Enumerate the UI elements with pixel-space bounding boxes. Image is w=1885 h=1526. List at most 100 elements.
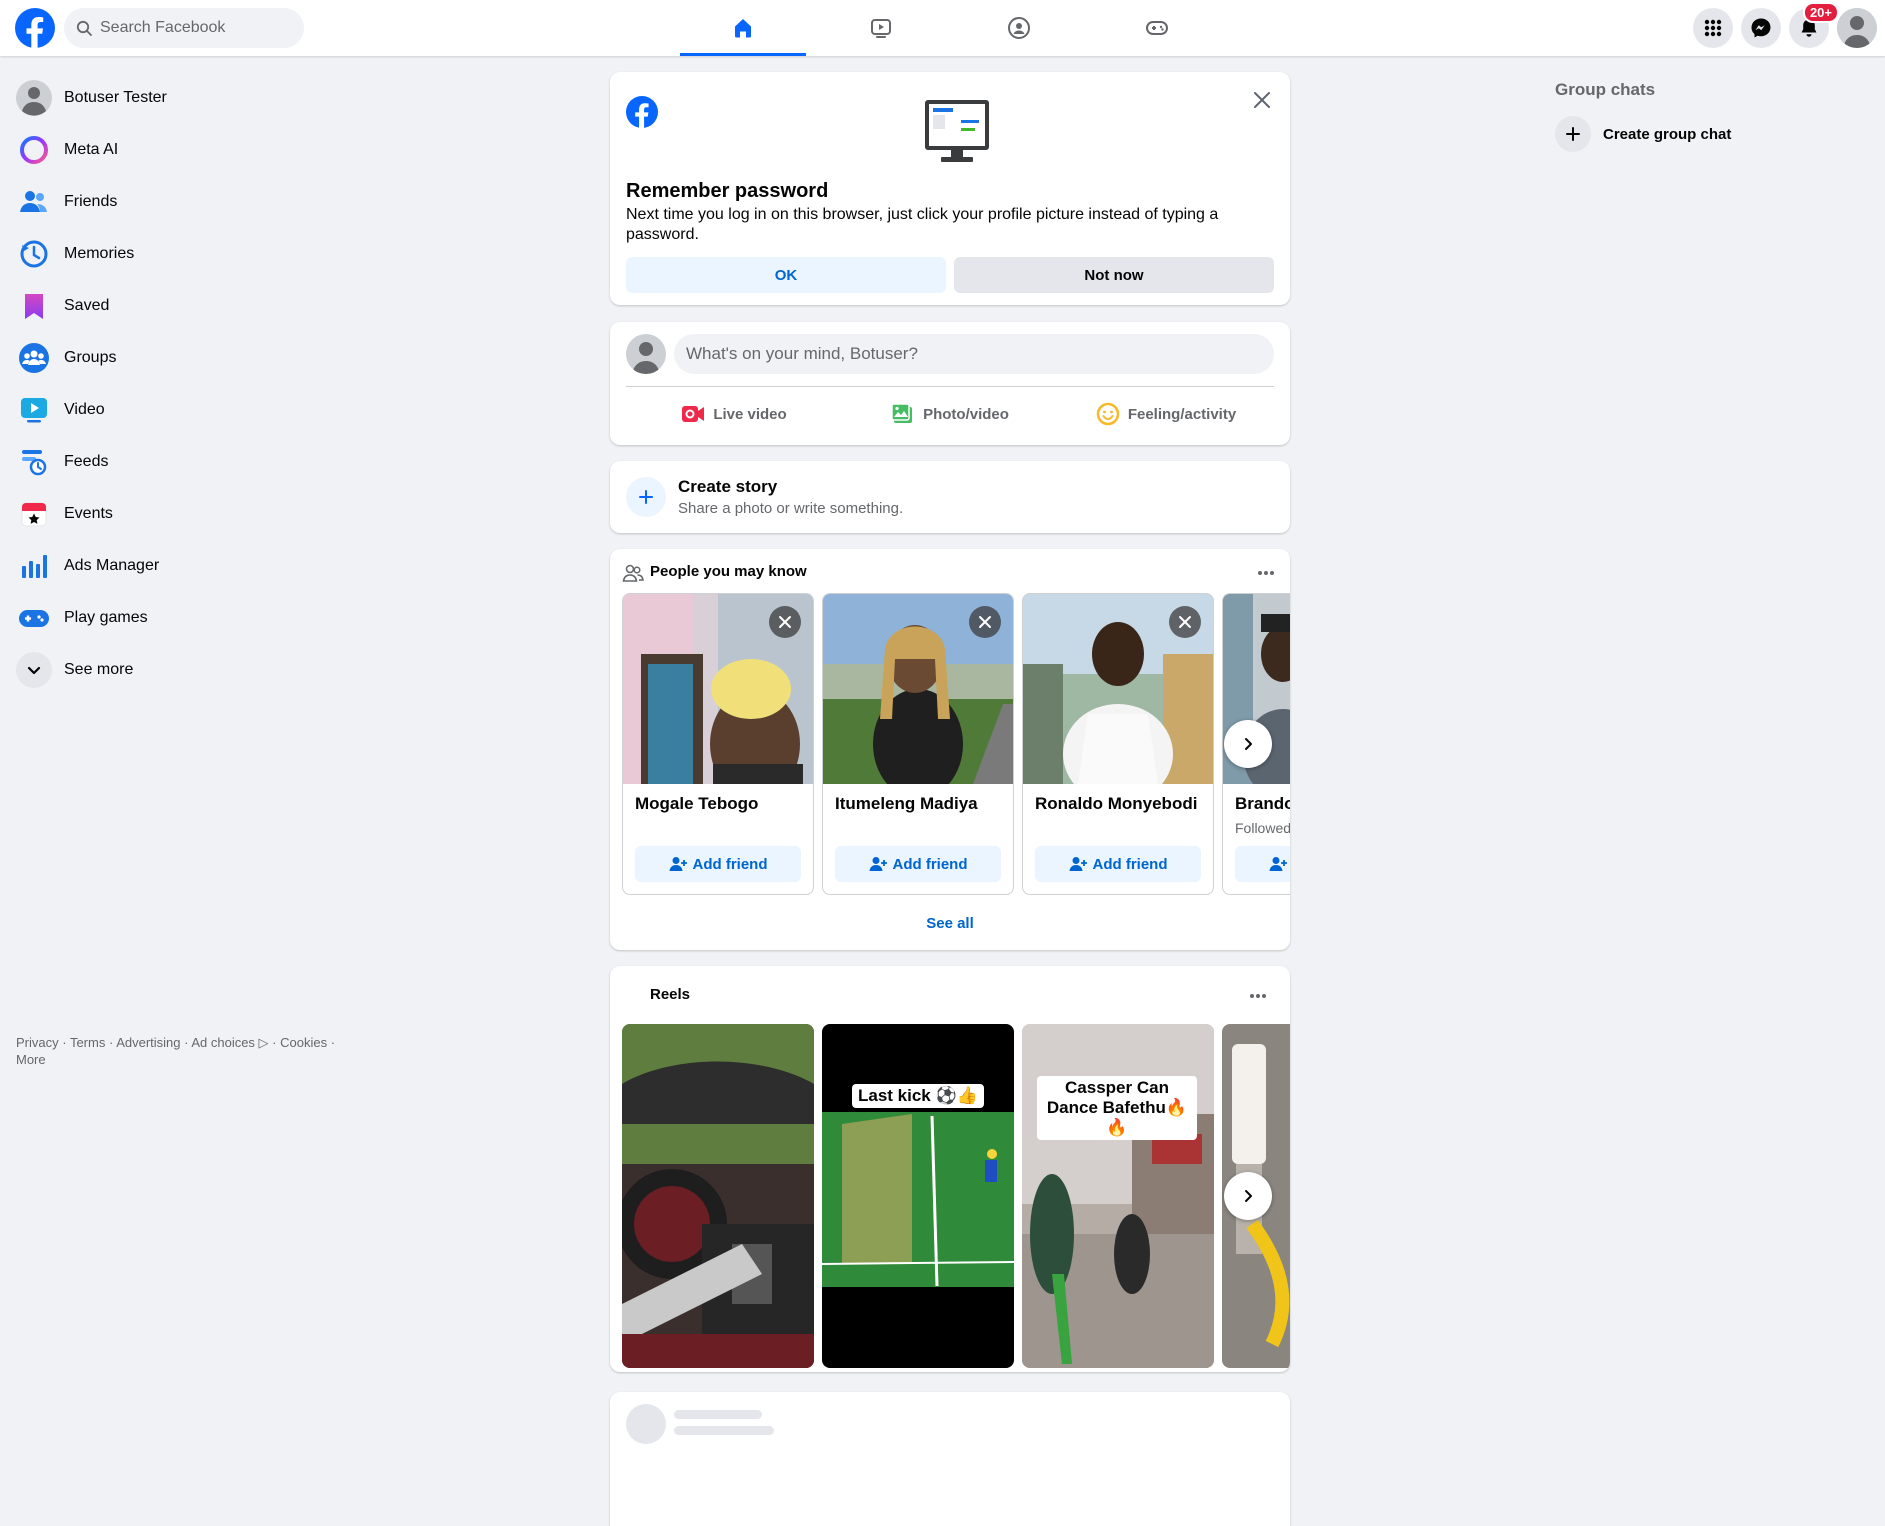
sidebar-item-groups[interactable]: Groups bbox=[8, 332, 348, 384]
footer-advertising-link[interactable]: Advertising bbox=[116, 1035, 180, 1050]
sidebar-item-ads-manager[interactable]: Ads Manager bbox=[8, 540, 348, 592]
top-navigation-bar: Search Facebook 20+ bbox=[0, 0, 1885, 56]
avatar[interactable] bbox=[626, 334, 666, 374]
carousel-next-button[interactable] bbox=[1224, 1172, 1272, 1220]
footer-more-link[interactable]: More bbox=[16, 1052, 46, 1067]
sidebar-item-label: Memories bbox=[64, 245, 135, 262]
reel-thumbnail[interactable] bbox=[622, 1024, 814, 1368]
footer-ad-choices-link[interactable]: Ad choices bbox=[191, 1035, 255, 1050]
not-now-button[interactable]: Not now bbox=[954, 257, 1274, 293]
feeling-activity-label: Feeling/activity bbox=[1127, 405, 1237, 423]
add-friend-button[interactable]: Add friend bbox=[1235, 846, 1290, 882]
composer-placeholder: What's on your mind, Botuser? bbox=[686, 344, 918, 363]
live-video-icon bbox=[681, 403, 705, 425]
friends-icon bbox=[16, 184, 52, 220]
tab-groups[interactable] bbox=[956, 0, 1082, 56]
footer-cookies-link[interactable]: Cookies bbox=[280, 1035, 327, 1050]
person-card: Ronaldo Monyebodi Add friend bbox=[1022, 593, 1214, 895]
photo-video-label: Photo/video bbox=[923, 405, 1009, 423]
gaming-tab-icon bbox=[1145, 16, 1169, 40]
sidebar-item-saved[interactable]: Saved bbox=[8, 280, 348, 332]
memories-icon bbox=[16, 236, 52, 272]
see-all-link[interactable]: See all bbox=[610, 915, 1290, 932]
home-icon bbox=[731, 16, 755, 40]
sidebar-item-play-games[interactable]: Play games bbox=[8, 592, 348, 644]
live-video-label: Live video bbox=[713, 405, 787, 423]
person-card: Mogale Tebogo Add friend bbox=[622, 593, 814, 895]
search-icon bbox=[76, 20, 92, 36]
messenger-icon bbox=[1750, 17, 1772, 39]
facebook-logo-icon[interactable] bbox=[15, 8, 55, 48]
add-friend-button[interactable]: Add friend bbox=[1035, 846, 1201, 882]
people-you-may-know-card: People you may know Mogale Tebogo Add fr… bbox=[610, 549, 1290, 950]
person-name[interactable]: Itumeleng Madiya bbox=[835, 794, 978, 814]
pymk-title: People you may know bbox=[650, 563, 807, 580]
saved-icon bbox=[16, 288, 52, 324]
create-group-chat-button[interactable]: Create group chat bbox=[1555, 114, 1875, 154]
create-group-chat-label: Create group chat bbox=[1603, 125, 1732, 143]
grid-menu-icon bbox=[1703, 18, 1723, 38]
create-story-title: Create story bbox=[678, 477, 778, 496]
sidebar-item-label: Groups bbox=[64, 349, 117, 366]
facebook-logo-icon bbox=[626, 96, 658, 128]
footer-privacy-link[interactable]: Privacy bbox=[16, 1035, 59, 1050]
tab-gaming[interactable] bbox=[1094, 0, 1220, 56]
reel-thumbnail[interactable]: Cassper Can Dance Bafethu🔥🔥 bbox=[1022, 1024, 1214, 1368]
sidebar-item-label: Feeds bbox=[64, 453, 109, 470]
search-input[interactable]: Search Facebook bbox=[64, 8, 304, 48]
dismiss-button[interactable] bbox=[969, 606, 1001, 638]
person-name[interactable]: Ronaldo Monyebodi bbox=[1035, 794, 1197, 814]
reel-caption: Cassper Can Dance Bafethu🔥🔥 bbox=[1037, 1076, 1197, 1140]
composer-input[interactable]: What's on your mind, Botuser? bbox=[674, 334, 1274, 374]
play-games-icon bbox=[16, 600, 52, 636]
sidebar-item-events[interactable]: Events bbox=[8, 488, 348, 540]
add-friend-button[interactable]: Add friend bbox=[835, 846, 1001, 882]
tab-home[interactable] bbox=[680, 0, 806, 56]
live-video-button[interactable]: Live video bbox=[626, 392, 842, 436]
carousel-next-button[interactable] bbox=[1224, 720, 1272, 768]
photo-video-button[interactable]: Photo/video bbox=[842, 392, 1058, 436]
groups-tab-icon bbox=[1007, 16, 1031, 40]
chevron-down-icon bbox=[16, 652, 52, 688]
sidebar-item-label: Ads Manager bbox=[64, 557, 160, 574]
sidebar-item-video[interactable]: Video bbox=[8, 384, 348, 436]
dismiss-button[interactable] bbox=[769, 606, 801, 638]
notifications-button[interactable]: 20+ bbox=[1789, 2, 1839, 48]
feeling-activity-button[interactable]: Feeling/activity bbox=[1058, 392, 1274, 436]
sidebar-item-friends[interactable]: Friends bbox=[8, 176, 348, 228]
group-chats-title: Group chats bbox=[1555, 80, 1656, 99]
account-avatar-button[interactable] bbox=[1837, 8, 1877, 48]
sidebar-item-label: Video bbox=[64, 401, 105, 418]
sidebar-item-feeds[interactable]: Feeds bbox=[8, 436, 348, 488]
smiley-icon bbox=[1096, 402, 1120, 426]
person-name[interactable]: Brando bbox=[1235, 794, 1290, 814]
main-nav-tabs bbox=[680, 0, 1232, 56]
sidebar-item-profile[interactable]: Botuser Tester bbox=[8, 72, 348, 124]
sidebar-item-see-more[interactable]: See more bbox=[8, 644, 348, 696]
notifications-badge: 20+ bbox=[1802, 2, 1839, 23]
groups-icon bbox=[16, 340, 52, 376]
sidebar-item-memories[interactable]: Memories bbox=[8, 228, 348, 280]
create-story-card[interactable]: Create story Share a photo or write some… bbox=[610, 461, 1290, 533]
close-icon[interactable] bbox=[1248, 86, 1276, 114]
remember-password-title: Remember password bbox=[626, 180, 829, 202]
composer-card: What's on your mind, Botuser? Live video… bbox=[610, 322, 1290, 445]
reel-caption: Last kick ⚽👍 bbox=[852, 1084, 984, 1108]
person-name[interactable]: Mogale Tebogo bbox=[635, 794, 758, 814]
footer-terms-link[interactable]: Terms bbox=[70, 1035, 105, 1050]
chevron-right-icon bbox=[1240, 1188, 1256, 1204]
ok-button[interactable]: OK bbox=[626, 257, 946, 293]
computer-illustration bbox=[923, 98, 991, 164]
messenger-button[interactable] bbox=[1741, 8, 1781, 48]
dismiss-button[interactable] bbox=[1169, 606, 1201, 638]
person-card: Itumeleng Madiya Add friend bbox=[822, 593, 1014, 895]
reel-thumbnail[interactable]: Last kick ⚽👍 bbox=[822, 1024, 1014, 1368]
more-options-icon[interactable] bbox=[1248, 986, 1268, 1006]
more-options-icon[interactable] bbox=[1256, 563, 1276, 583]
sidebar-item-label: See more bbox=[64, 661, 134, 678]
tab-video[interactable] bbox=[818, 0, 944, 56]
add-friend-icon bbox=[1069, 856, 1087, 872]
sidebar-item-meta-ai[interactable]: Meta AI bbox=[8, 124, 348, 176]
add-friend-button[interactable]: Add friend bbox=[635, 846, 801, 882]
menu-button[interactable] bbox=[1693, 8, 1733, 48]
